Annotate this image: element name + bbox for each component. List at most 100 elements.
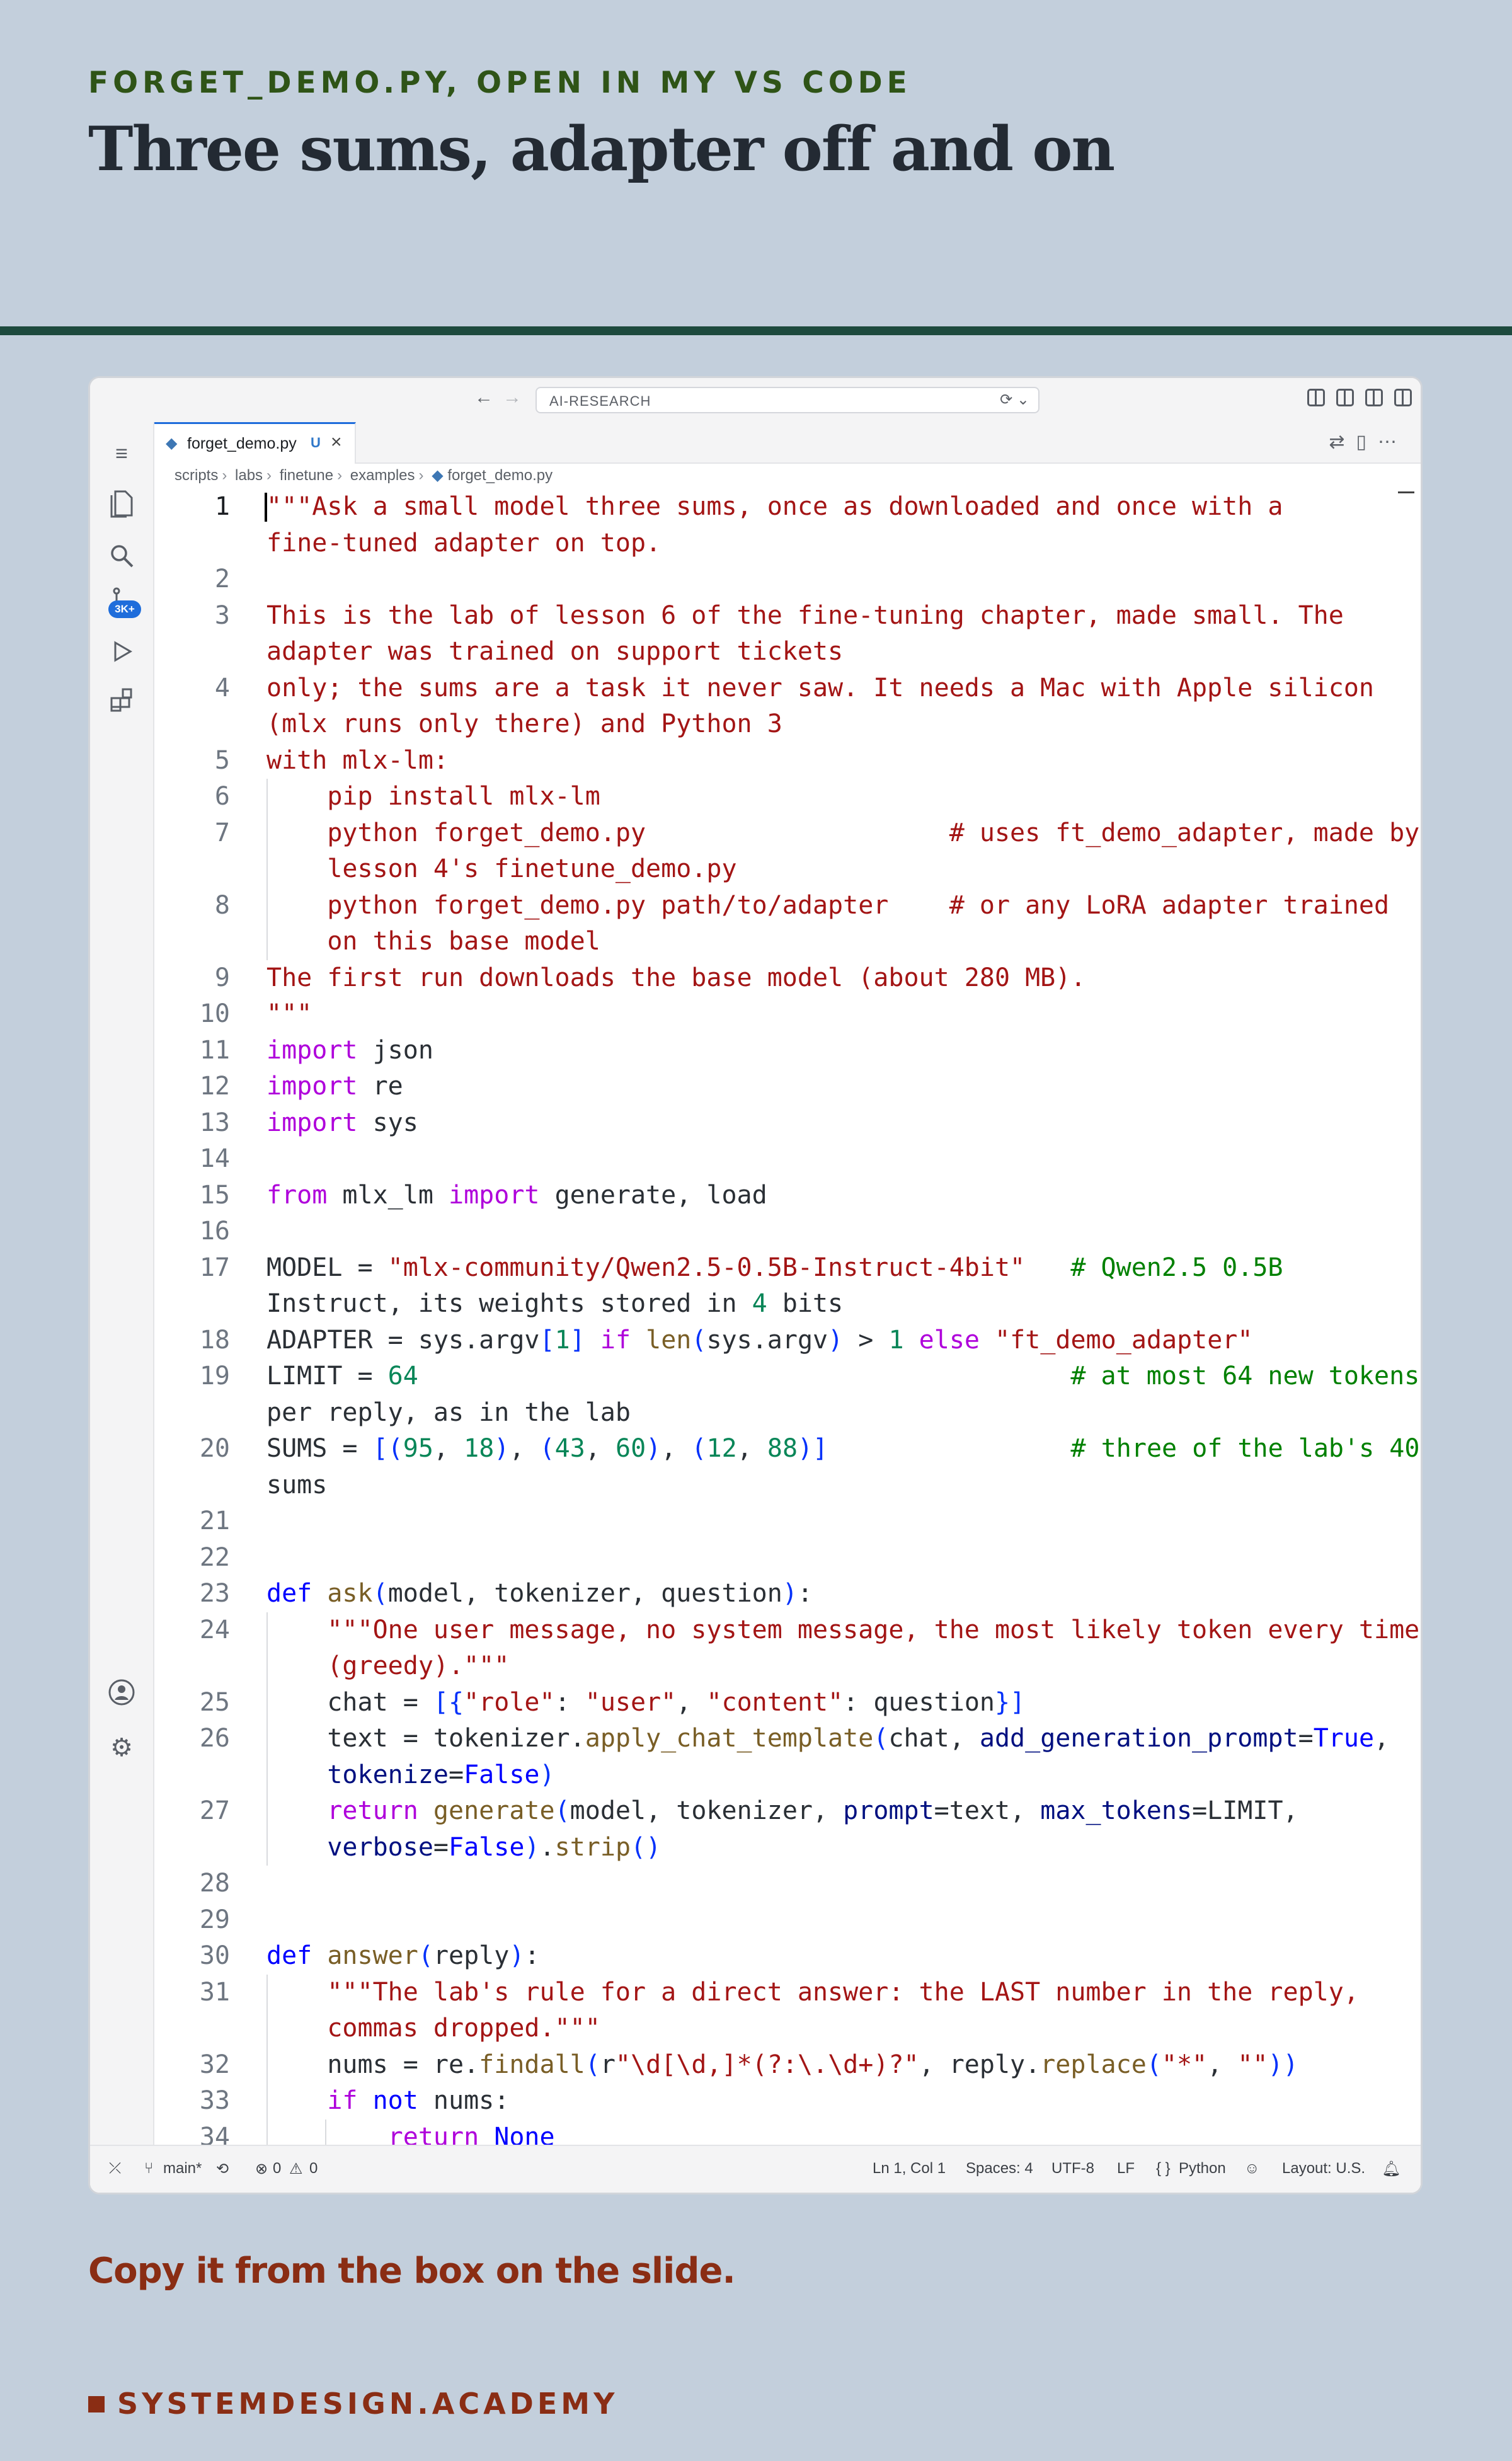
cursor-position[interactable]: Ln 1, Col 1 [873,2160,946,2177]
line-ending[interactable]: LF [1117,2160,1135,2177]
code-line[interactable]: 18 ADAPTER = sys.argv[1] if len(sys.argv)… [154,1322,1421,1359]
code-line[interactable]: 23 def ask(model, tokenizer, question): [154,1576,1421,1612]
code-text: SUMS = [(95, 18), (43, 60), (12, 88)] # … [266,1434,1420,1463]
explorer-icon[interactable] [106,490,137,520]
customize-layout-icon[interactable] [1307,389,1325,406]
language-mode[interactable]: Python [1179,2160,1226,2177]
code-line[interactable]: adapter was trained on support tickets [154,634,1421,670]
code-line[interactable]: lesson 4's finetune_demo.py [154,851,1421,888]
back-arrow-icon[interactable]: ← [474,387,493,408]
remote-icon[interactable]: ⤫ [109,2160,121,2177]
account-icon[interactable] [106,1678,137,1709]
error-count[interactable]: 0 [273,2160,281,2177]
code-line[interactable]: verbose=False).strip() [154,1829,1421,1866]
warning-count[interactable]: 0 [309,2160,318,2177]
search-icon[interactable] [106,543,137,573]
breadcrumb-examples[interactable]: examples [350,467,415,484]
line-number: 17 [199,1253,230,1282]
code-line[interactable]: 9 The first run downloads the base model … [154,960,1421,997]
breadcrumb-scripts[interactable]: scripts [175,467,218,484]
code-line[interactable]: 24 """One user message, no system messag… [154,1612,1421,1648]
code-line[interactable]: 32 nums = re.findall(r"\d[\d,]*(?:\.\d+)… [154,2046,1421,2083]
menu-icon[interactable]: ≡ [106,439,137,469]
indentation[interactable]: Spaces: 4 [966,2160,1033,2177]
code-text: sums [266,1470,328,1500]
encoding[interactable]: UTF-8 [1051,2160,1094,2177]
breadcrumb-finetune[interactable]: finetune [280,467,333,484]
settings-gear-icon[interactable]: ⚙ [106,1733,137,1763]
language-braces-icon: { } [1156,2160,1171,2177]
code-line[interactable]: sums [154,1467,1421,1504]
breadcrumb-labs[interactable]: labs [235,467,263,484]
line-number: 20 [199,1434,230,1463]
breadcrumb-file[interactable]: forget_demo.py [447,467,553,484]
code-line[interactable]: 28 [154,1866,1421,1902]
code-line[interactable]: 2 [154,561,1421,598]
code-text: only; the sums are a task it never saw. … [266,673,1374,703]
code-line[interactable]: 8 python forget_demo.py path/to/adapter … [154,887,1421,924]
copilot-chevron-icon[interactable]: ⟳ ⌄ [1000,391,1029,409]
forward-arrow-icon[interactable]: → [503,387,522,408]
error-icon[interactable]: ⊗ [255,2160,268,2178]
sync-icon[interactable]: ⟲ [216,2160,229,2178]
code-text: python forget_demo.py path/to/adapter # … [266,890,1390,920]
code-line[interactable]: 30 def answer(reply): [154,1938,1421,1975]
code-line[interactable]: 31 """The lab's rule for a direct answer… [154,1974,1421,2011]
code-line[interactable]: (mlx runs only there) and Python 3 [154,706,1421,743]
code-line[interactable]: tokenize=False) [154,1757,1421,1793]
notifications-bell-icon[interactable]: 🔔︎ [1382,2160,1400,2178]
tab-filename: forget_demo.py [187,435,297,452]
code-text: """ [266,999,312,1028]
code-line[interactable]: 15 from mlx_lm import generate, load [154,1178,1421,1214]
toggle-panel-icon[interactable] [1365,389,1383,406]
extensions-icon[interactable] [106,688,137,718]
code-line[interactable]: 5 with mlx-lm: [154,743,1421,779]
tab-forget-demo[interactable]: ◆ forget_demo.py U × [154,422,356,464]
code-editor[interactable]: 1 """Ask a small model three sums, once a… [154,489,1421,2159]
code-line[interactable]: per reply, as in the lab [154,1395,1421,1431]
code-line[interactable]: 19 LIMIT = 64 # at most 64 new tokens [154,1358,1421,1395]
code-line[interactable]: 29 [154,1902,1421,1939]
toggle-primary-sidebar-icon[interactable] [1336,389,1354,406]
code-line[interactable]: 33 if not nums: [154,2083,1421,2120]
keyboard-layout[interactable]: Layout: U.S. [1282,2160,1365,2177]
code-line[interactable]: 13 import sys [154,1105,1421,1142]
code-line[interactable]: commas dropped.""" [154,2011,1421,2047]
line-number: 8 [214,890,230,920]
editor-actions-icon[interactable]: ⇄▯⋯ [1329,431,1408,453]
code-line[interactable]: 26 text = tokenizer.apply_chat_template(… [154,1721,1421,1757]
code-line[interactable]: 25 chat = [{"role": "user", "content": q… [154,1684,1421,1721]
code-line[interactable]: 7 python forget_demo.py # uses ft_demo_a… [154,815,1421,851]
code-line[interactable]: 27 return generate(model, tokenizer, pro… [154,1793,1421,1830]
branch-icon[interactable]: ⑂ [144,2160,153,2177]
copilot-icon[interactable]: ☺ [1244,2160,1260,2177]
branch-name[interactable]: main* [163,2160,202,2177]
line-number: 28 [199,1869,230,1898]
code-line[interactable]: 4 only; the sums are a task it never saw.… [154,670,1421,707]
code-line[interactable]: 3 This is the lab of lesson 6 of the fine… [154,598,1421,634]
code-line[interactable]: 22 [154,1540,1421,1576]
toggle-secondary-sidebar-icon[interactable] [1394,389,1412,406]
warning-icon[interactable]: ⚠ [289,2160,303,2178]
code-line[interactable]: 6 pip install mlx-lm [154,779,1421,815]
command-center-search[interactable]: AI-RESEARCH ⟳ ⌄ [536,387,1040,413]
code-line[interactable]: 14 [154,1141,1421,1178]
code-line[interactable]: 16 [154,1213,1421,1250]
code-line[interactable]: 10 """ [154,996,1421,1033]
code-line[interactable]: 11 import json [154,1033,1421,1069]
code-line[interactable]: 17 MODEL = "mlx-community/Qwen2.5-0.5B-In… [154,1250,1421,1287]
code-text: on this base model [266,927,600,956]
line-number: 25 [199,1687,230,1717]
code-line[interactable]: fine-tuned adapter on top. [154,525,1421,562]
code-line[interactable]: 1 """Ask a small model three sums, once a… [154,489,1421,525]
code-line[interactable]: 20 SUMS = [(95, 18), (43, 60), (12, 88)] … [154,1431,1421,1467]
close-tab-icon[interactable]: × [331,432,342,453]
code-line[interactable]: (greedy).""" [154,1648,1421,1685]
code-line[interactable]: 21 [154,1503,1421,1540]
code-line[interactable]: Instruct, its weights stored in 4 bits [154,1286,1421,1322]
code-line[interactable]: 12 import re [154,1069,1421,1105]
slide-eyebrow: FORGET_DEMO.PY, OPEN IN MY VS CODE [88,66,912,100]
line-number: 12 [199,1072,230,1101]
code-line[interactable]: on this base model [154,924,1421,960]
run-debug-icon[interactable] [106,639,137,669]
